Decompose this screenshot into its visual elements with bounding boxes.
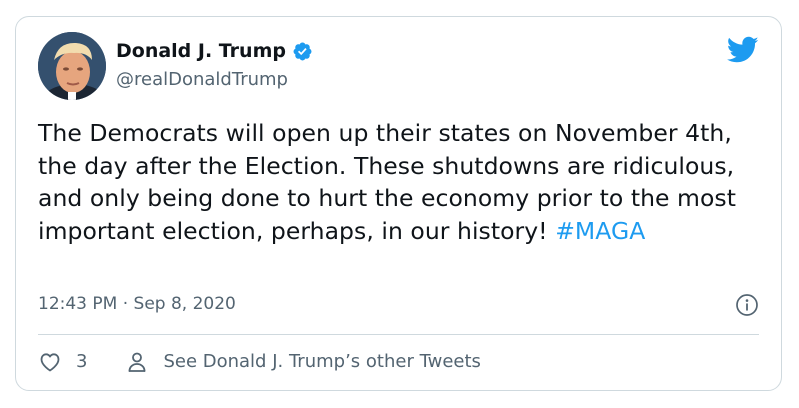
author-name-row: Donald J. Trump [116,39,313,63]
see-other-tweets-link[interactable]: See Donald J. Trump’s other Tweets [125,350,481,374]
tweet-actions: 3 See Donald J. Trump’s other Tweets [38,350,481,374]
tweet-card: Donald J. Trump @realDonaldTrump The Dem… [15,16,782,391]
divider [38,334,759,335]
like-button[interactable]: 3 [38,350,87,374]
twitter-bird-icon[interactable] [727,36,759,64]
display-name[interactable]: Donald J. Trump [116,39,286,63]
heart-icon [40,353,60,372]
info-icon[interactable] [735,293,759,317]
person-icon [129,352,146,372]
avatar-image [38,32,106,100]
author-handle[interactable]: @realDonaldTrump [116,69,288,91]
hashtag-link[interactable]: #MAGA [555,217,645,245]
tweet-text: The Democrats will open up their states … [38,117,768,247]
like-count: 3 [76,351,88,372]
tweet-timestamp[interactable]: 12:43 PM · Sep 8, 2020 [38,293,236,315]
see-other-tweets-label: See Donald J. Trump’s other Tweets [163,351,481,372]
verified-badge-icon [293,42,312,60]
avatar[interactable] [38,32,106,100]
